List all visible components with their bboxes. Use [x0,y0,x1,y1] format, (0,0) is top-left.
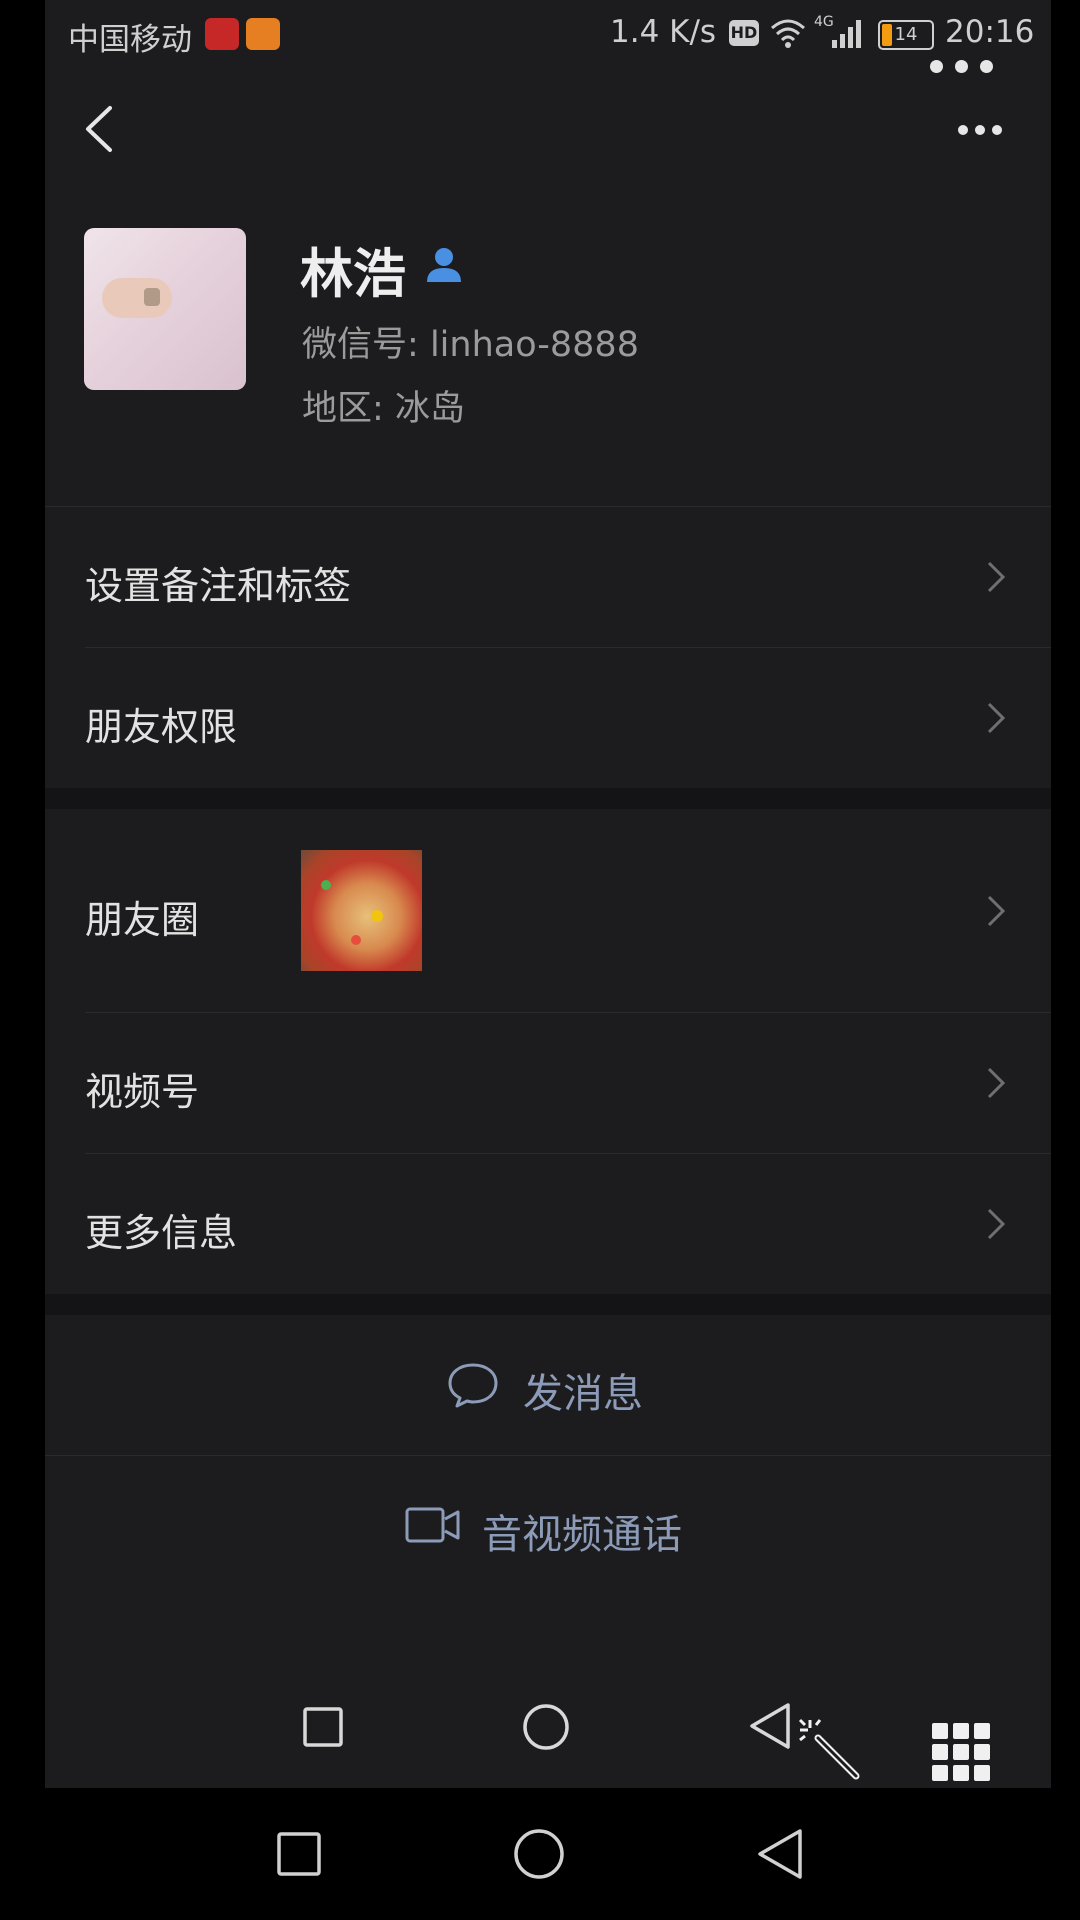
wechat-id-row: 微信号: linhao-8888 [302,316,639,367]
battery-icon: 14 [878,20,934,50]
channels-label: 视频号 [85,1070,200,1114]
more-button[interactable] [950,110,1010,150]
moments-photo-thumbnail[interactable] [301,850,422,971]
system-recents-button[interactable] [276,1831,322,1877]
channels-row[interactable]: 视频号 [45,1013,1051,1153]
notification-icon [205,18,239,50]
home-button[interactable] [522,1703,570,1751]
back-button[interactable] [80,100,124,158]
signal-icon [832,20,861,48]
chevron-right-icon [987,1067,1006,1099]
send-message-button[interactable]: 发消息 [45,1315,1051,1455]
clock: 20:16 [945,14,1035,50]
send-message-label: 发消息 [523,1371,643,1417]
chat-bubble-icon [448,1363,498,1408]
moments-label: 朋友圈 [85,898,200,942]
back-nav-button[interactable] [748,1702,792,1750]
friend-permissions-row[interactable]: 朋友权限 [45,648,1051,788]
avatar[interactable] [84,228,246,390]
carrier-label: 中国移动 [68,22,192,58]
remark-tags-row[interactable]: 设置备注和标签 [45,507,1051,647]
moments-row[interactable]: 朋友圈 [45,809,1051,1012]
contact-name: 林浩 [300,244,406,305]
wifi-icon [771,19,805,48]
region-value: 冰岛 [394,389,465,429]
video-call-button[interactable]: 音视频通话 [45,1456,1051,1596]
more-info-label: 更多信息 [85,1211,238,1255]
network-speed: 1.4 K/s [610,14,717,50]
friend-permissions-label: 朋友权限 [85,705,238,749]
battery-level: 14 [894,24,918,45]
wechat-id-label: 微信号: [302,325,419,365]
hd-badge: HD [729,20,759,46]
chevron-right-icon [987,561,1006,593]
browser-app-icon [246,18,280,50]
overflow-dots-icon [928,58,998,74]
system-back-button[interactable] [756,1828,804,1880]
recents-button[interactable] [302,1706,344,1748]
system-home-button[interactable] [513,1828,565,1880]
chevron-right-icon [987,895,1006,927]
contact-person-icon [427,248,461,282]
video-call-label: 音视频通话 [482,1512,682,1558]
remark-tags-label: 设置备注和标签 [85,564,352,608]
section-gap [45,1294,1051,1315]
region-label: 地区: [302,389,384,429]
section-gap [45,788,1051,809]
wechat-id-value: linhao-8888 [429,325,639,365]
magic-wand-icon[interactable] [796,1716,864,1784]
more-info-row[interactable]: 更多信息 [45,1154,1051,1294]
chevron-right-icon [987,702,1006,734]
app-grid-icon[interactable] [932,1723,990,1781]
chevron-right-icon [987,1208,1006,1240]
region-row: 地区: 冰岛 [302,380,465,431]
video-camera-icon [405,1507,460,1543]
